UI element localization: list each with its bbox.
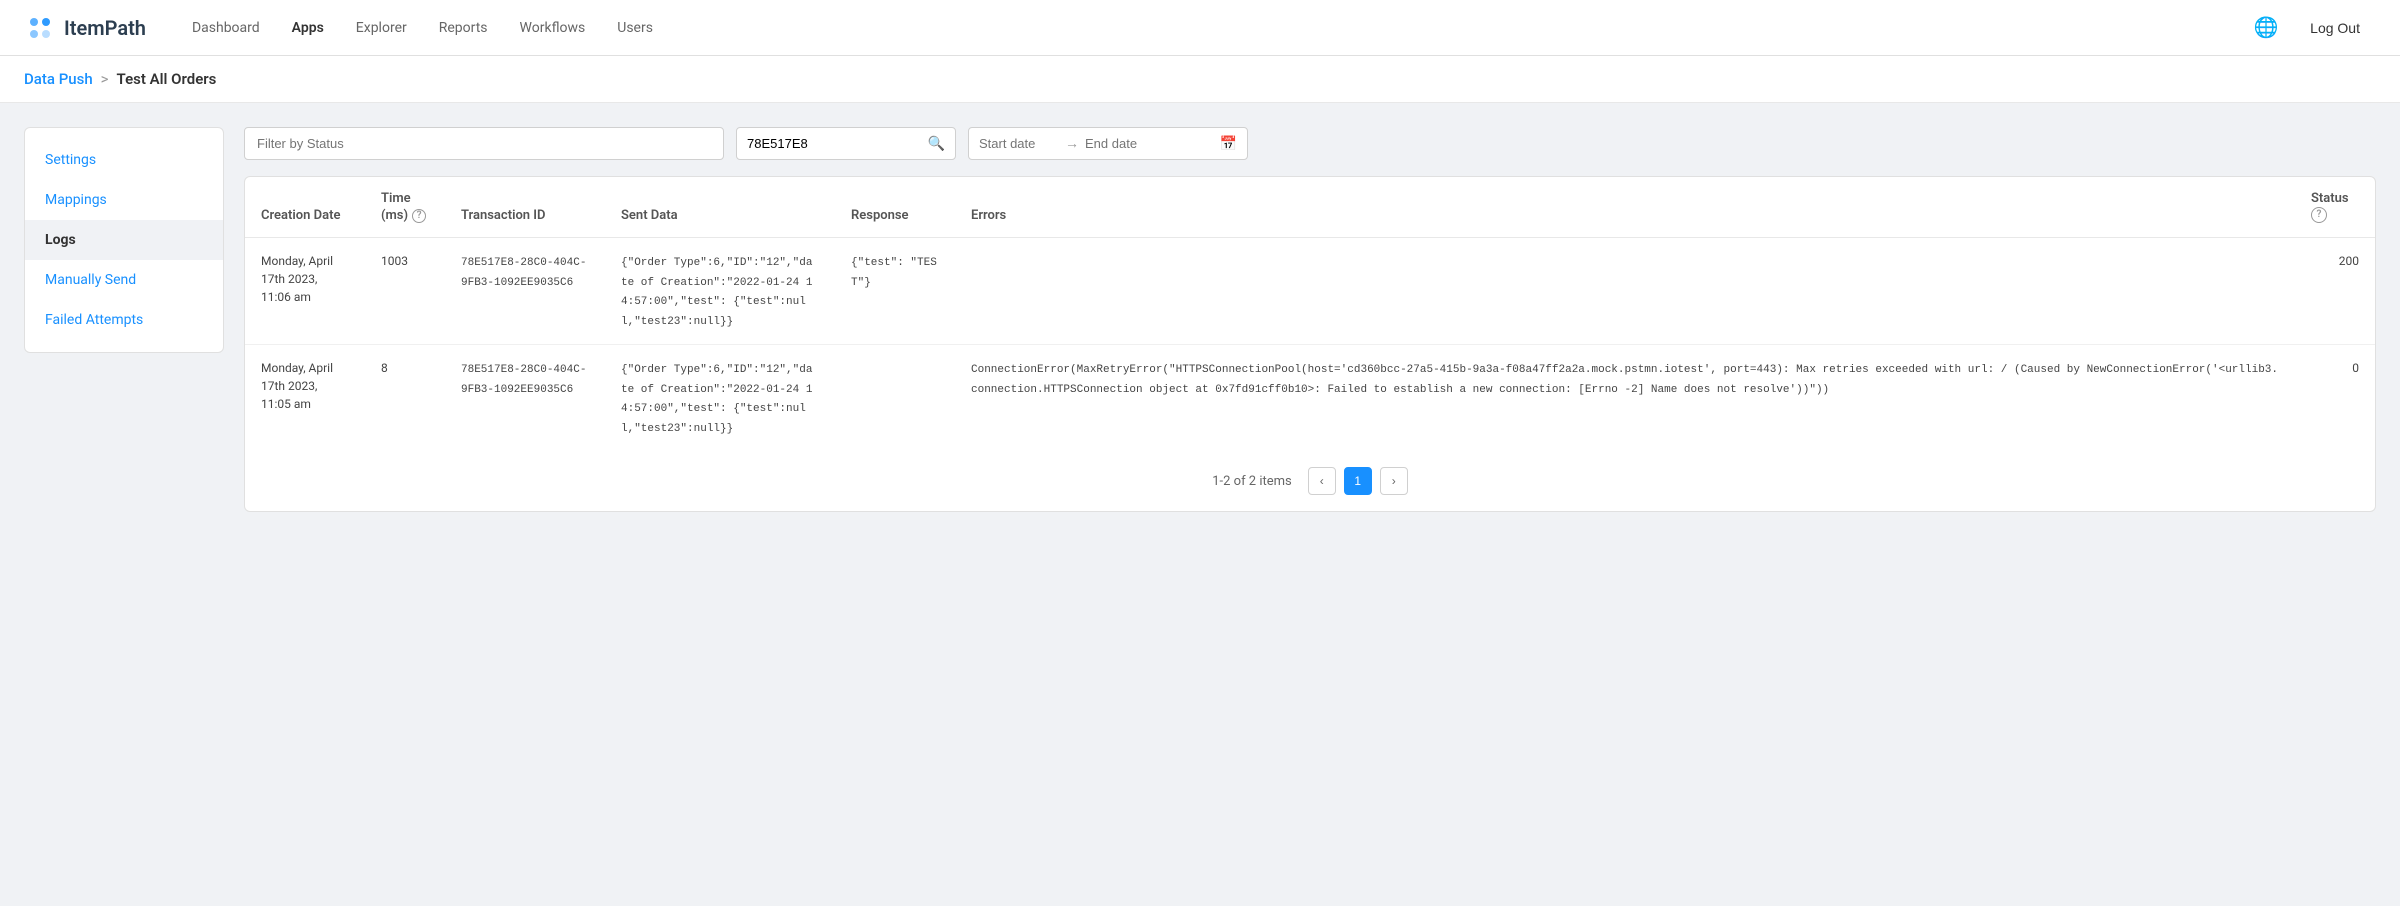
row2-transaction-id: 78E517E8-28C0-404C-9FB3-1092EE9035C6 [445,345,605,452]
row2-errors: ConnectionError(MaxRetryError("HTTPSConn… [955,345,2295,452]
col-header-sent-data: Sent Data [605,177,835,238]
app-title: ItemPath [64,16,146,40]
breadcrumb-separator: > [101,70,109,88]
sidebar-item-mappings[interactable]: Mappings [25,180,223,220]
table-row: Monday, April 17th 2023, 11:06 am 1003 7… [245,238,2375,345]
row2-status: 0 [2295,345,2375,452]
logs-table-container: Creation Date Time (ms) ? [244,176,2376,512]
filter-status-input[interactable] [244,127,724,160]
sidebar-item-logs[interactable]: Logs [25,220,223,260]
col-header-response: Response [835,177,955,238]
col-header-time: Time (ms) ? [365,177,445,238]
row1-sent-data: {"Order Type":6,"ID":"12","date of Creat… [605,238,835,345]
logout-button[interactable]: Log Out [2294,12,2376,44]
breadcrumb: Data Push > Test All Orders [0,56,2400,103]
row2-time-ms: 8 [365,345,445,452]
sidebar: Settings Mappings Logs Manually Send Fai… [24,127,224,353]
prev-page-button[interactable]: ‹ [1308,467,1336,495]
row1-time-ms: 1003 [365,238,445,345]
next-page-button[interactable]: › [1380,467,1408,495]
filters-row: 🔍 → 📅 [244,127,2376,160]
time-info-icon[interactable]: ? [412,209,426,223]
date-range-arrow: → [1065,135,1079,152]
breadcrumb-current: Test All Orders [117,70,217,88]
nav-reports[interactable]: Reports [425,12,502,44]
sidebar-item-failed-attempts[interactable]: Failed Attempts [25,300,223,340]
col-time-label: Time [381,191,411,206]
filter-status-container [244,127,724,160]
col-header-creation-date: Creation Date [245,177,365,238]
row1-transaction-id: 78E517E8-28C0-404C-9FB3-1092EE9035C6 [445,238,605,345]
nav-dashboard[interactable]: Dashboard [178,12,274,44]
globe-button[interactable]: 🌐 [2250,12,2282,44]
row2-response [835,345,955,452]
main-nav: Dashboard Apps Explorer Reports Workflow… [178,12,2250,44]
col-header-errors: Errors [955,177,2295,238]
row1-creation-date: Monday, April 17th 2023, 11:06 am [245,238,365,345]
nav-explorer[interactable]: Explorer [342,12,421,44]
header-right: 🌐 Log Out [2250,12,2376,44]
table-row: Monday, April 17th 2023, 11:05 am 8 78E5… [245,345,2375,452]
nav-workflows[interactable]: Workflows [506,12,600,44]
search-icon: 🔍 [928,136,945,152]
col-header-transaction-id: Transaction ID [445,177,605,238]
col-time-unit: (ms) [381,208,408,223]
filter-date-container: → 📅 [968,127,1248,160]
logo-icon [24,12,56,44]
row1-errors [955,238,2295,345]
filter-search-input[interactable] [747,136,922,151]
nav-apps[interactable]: Apps [278,12,338,44]
filter-start-date[interactable] [979,136,1059,151]
sidebar-item-manually-send[interactable]: Manually Send [25,260,223,300]
row1-status: 200 [2295,238,2375,345]
status-info-icon[interactable]: ? [2311,207,2327,223]
breadcrumb-parent[interactable]: Data Push [24,70,93,88]
pagination: 1-2 of 2 items ‹ 1 › [245,451,2375,511]
nav-users[interactable]: Users [603,12,667,44]
row2-creation-date: Monday, April 17th 2023, 11:05 am [245,345,365,452]
calendar-icon[interactable]: 📅 [1220,136,1237,152]
content-area: 🔍 → 📅 Creation Date [244,127,2376,512]
logo: ItemPath [24,12,146,44]
filter-end-date[interactable] [1085,136,1165,151]
pagination-info: 1-2 of 2 items [1212,474,1292,489]
row1-response: {"test": "TEST"} [835,238,955,345]
page-1-button[interactable]: 1 [1344,467,1372,495]
col-header-status: Status ? [2295,177,2375,238]
row2-sent-data: {"Order Type":6,"ID":"12","date of Creat… [605,345,835,452]
filter-search-container: 🔍 [736,127,956,160]
sidebar-item-settings[interactable]: Settings [25,140,223,180]
logs-table: Creation Date Time (ms) ? [245,177,2375,451]
